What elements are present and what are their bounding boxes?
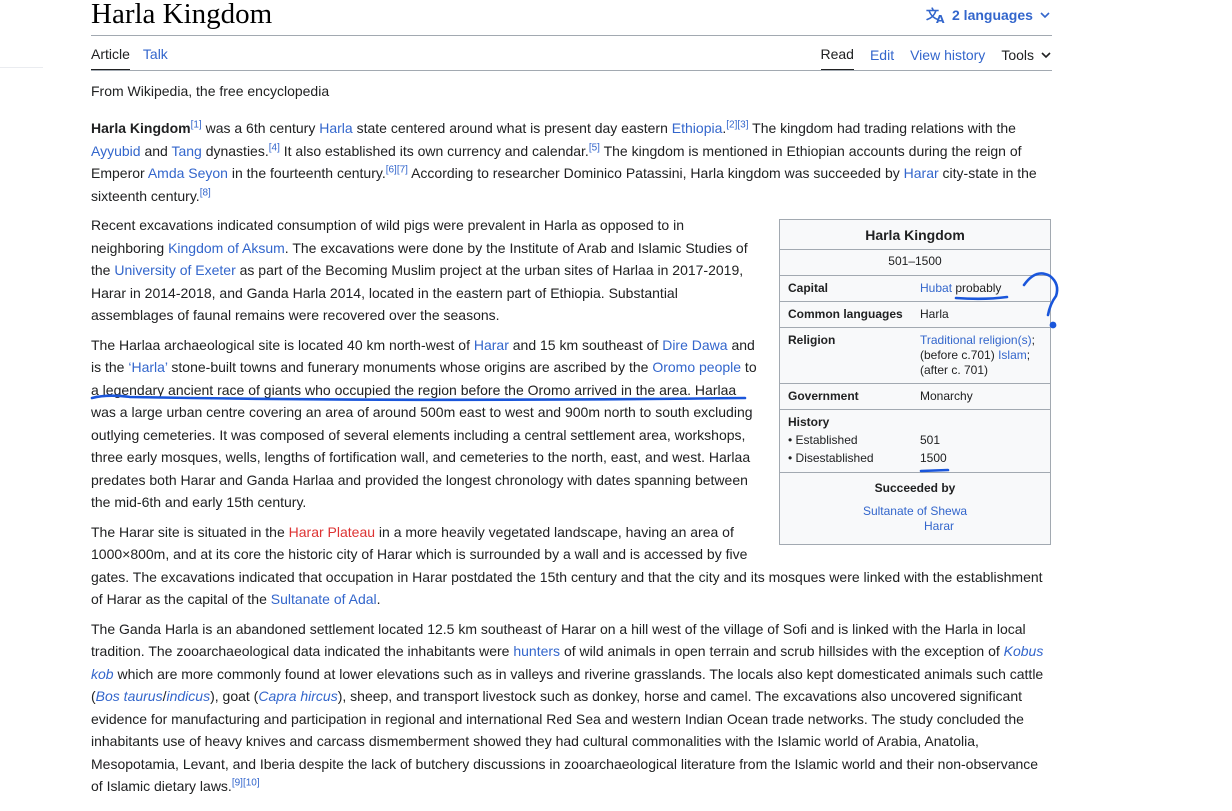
link-ethiopia[interactable]: Ethiopia bbox=[672, 120, 723, 136]
citation[interactable]: [2][3] bbox=[726, 119, 748, 130]
link-hubat[interactable]: Hubat bbox=[920, 281, 952, 295]
link-ayyubid[interactable]: Ayyubid bbox=[91, 143, 141, 159]
view-tabs: Read Edit View history Tools bbox=[820, 46, 1053, 71]
link-islam[interactable]: Islam bbox=[998, 348, 1027, 362]
citation[interactable]: [4] bbox=[269, 142, 280, 153]
tab-read[interactable]: Read bbox=[820, 46, 854, 71]
link-oromo-people[interactable]: Oromo people bbox=[652, 359, 741, 375]
link-university-of-exeter[interactable]: University of Exeter bbox=[114, 262, 235, 278]
language-button[interactable]: 文 A 2 languages bbox=[926, 6, 1051, 24]
namespace-tabs: Article Talk bbox=[91, 46, 168, 71]
chevron-down-icon bbox=[1041, 52, 1051, 59]
link-dire-dawa[interactable]: Dire Dawa bbox=[662, 337, 727, 353]
infobox-title: Harla Kingdom bbox=[865, 227, 965, 243]
infobox-row-religion: Religion Traditional religion(s); (befor… bbox=[780, 327, 1050, 383]
infobox-value: Monarchy bbox=[920, 389, 973, 403]
citation[interactable]: [9][10] bbox=[232, 777, 260, 788]
languages-label: 2 languages bbox=[952, 7, 1033, 23]
tools-menu[interactable]: Tools bbox=[1001, 47, 1052, 70]
title-divider bbox=[91, 35, 1052, 36]
infobox-succeeded: Succeeded by Sultanate of Shewa Harar bbox=[780, 472, 1050, 544]
link-indicus[interactable]: indicus bbox=[167, 688, 211, 704]
infobox-row-languages: Common languages Harla bbox=[780, 301, 1050, 327]
link-harar[interactable]: Harar bbox=[924, 519, 954, 533]
site-tagline: From Wikipedia, the free encyclopedia bbox=[91, 83, 330, 99]
tab-article[interactable]: Article bbox=[91, 46, 130, 71]
citation[interactable]: [6][7] bbox=[386, 164, 408, 175]
link-harar[interactable]: Harar bbox=[904, 165, 939, 181]
link-harar[interactable]: Harar bbox=[474, 337, 509, 353]
infobox-label: Capital bbox=[788, 281, 829, 295]
infobox-row-government: Government Monarchy bbox=[780, 383, 1050, 409]
page-title: Harla Kingdom bbox=[91, 0, 273, 30]
infobox-label: Common languages bbox=[788, 307, 903, 321]
link-kingdom-of-aksum[interactable]: Kingdom of Aksum bbox=[168, 240, 285, 256]
citation[interactable]: [5] bbox=[589, 142, 600, 153]
infobox-label: Government bbox=[788, 389, 859, 403]
citation[interactable]: [8] bbox=[200, 187, 211, 198]
paragraph-intro: Harla Kingdom[1] was a 6th century Harla… bbox=[91, 119, 1037, 204]
tab-view-history[interactable]: View history bbox=[910, 47, 985, 70]
infobox-label: Religion bbox=[788, 333, 836, 347]
link-bos-taurus[interactable]: Bos taurus bbox=[96, 688, 163, 704]
tab-talk[interactable]: Talk bbox=[143, 46, 168, 71]
left-divider bbox=[0, 67, 43, 68]
link-harar-plateau[interactable]: Harar Plateau bbox=[289, 524, 375, 540]
tab-edit[interactable]: Edit bbox=[870, 47, 894, 70]
chevron-down-icon bbox=[1040, 12, 1050, 19]
infobox-label: Succeeded by bbox=[874, 481, 956, 495]
infobox-value: 1500 bbox=[920, 451, 947, 465]
svg-text:A: A bbox=[936, 13, 945, 24]
infobox-label: • Established bbox=[788, 433, 858, 447]
citation[interactable]: [1] bbox=[191, 119, 202, 130]
infobox-value: Harla bbox=[920, 307, 949, 321]
link-harla[interactable]: Harla bbox=[319, 120, 352, 136]
link-sultanate-of-shewa[interactable]: Sultanate of Shewa bbox=[863, 504, 967, 518]
infobox-label: • Disestablished bbox=[788, 451, 874, 465]
link-sultanate-of-adal[interactable]: Sultanate of Adal bbox=[271, 591, 377, 607]
link-capra-hircus[interactable]: Capra hircus bbox=[258, 688, 337, 704]
link-harla[interactable]: ‘Harla’ bbox=[128, 359, 167, 375]
capital-note: probably bbox=[955, 281, 1002, 295]
link-hunters[interactable]: hunters bbox=[513, 643, 560, 659]
translate-icon: 文 A bbox=[926, 7, 945, 24]
link-tang[interactable]: Tang bbox=[171, 143, 201, 159]
link-amda-seyon[interactable]: Amda Seyon bbox=[148, 165, 228, 181]
infobox-value: 501 bbox=[920, 433, 941, 447]
infobox: Harla Kingdom 501–1500 Capital Hubat pro… bbox=[779, 219, 1051, 545]
article-body: Harla Kingdom[1] was a 6th century Harla… bbox=[91, 117, 1051, 805]
bold-term: Harla Kingdom bbox=[91, 120, 191, 136]
tabs-divider bbox=[91, 70, 1052, 71]
infobox-label: History bbox=[788, 415, 830, 429]
link-traditional-religion[interactable]: Traditional religion(s) bbox=[920, 333, 1032, 347]
paragraph-ganda-harla: The Ganda Harla is an abandoned settleme… bbox=[91, 620, 1044, 795]
tools-label: Tools bbox=[1001, 47, 1034, 63]
infobox-history: History • Established 501 • Disestablish… bbox=[780, 409, 1050, 472]
infobox-years: 501–1500 bbox=[780, 249, 1050, 275]
infobox-row-capital: Capital Hubat probably bbox=[780, 275, 1050, 301]
